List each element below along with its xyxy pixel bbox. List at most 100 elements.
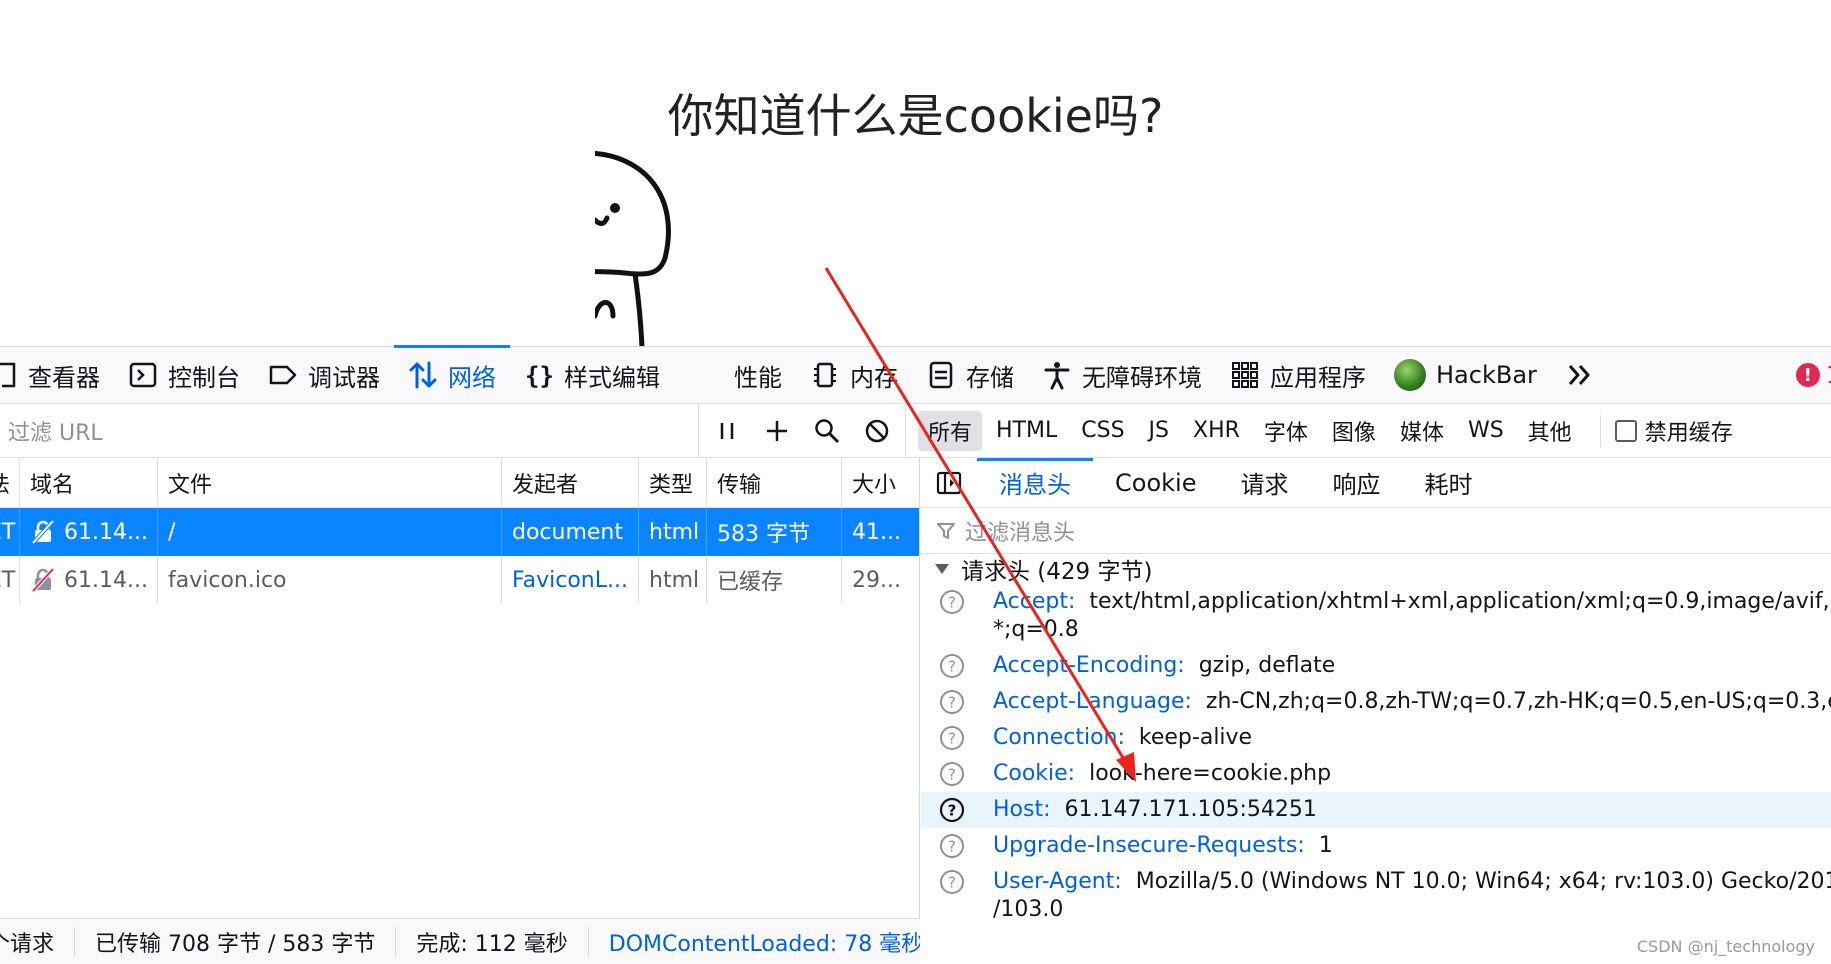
- block-icon[interactable]: [863, 417, 891, 445]
- filter-ws[interactable]: WS: [1458, 414, 1514, 447]
- column-size[interactable]: 大小: [842, 458, 908, 507]
- column-initiator[interactable]: 发起者: [502, 458, 639, 507]
- tab-response[interactable]: 响应: [1310, 458, 1402, 507]
- tab-timings[interactable]: 耗时: [1402, 458, 1494, 507]
- tab-memory[interactable]: 内存: [796, 346, 912, 404]
- more-tools-button[interactable]: [1551, 346, 1609, 404]
- domain-text: 61.14...: [64, 519, 148, 545]
- filter-headers-input[interactable]: 过滤消息头: [921, 508, 1831, 554]
- help-icon[interactable]: ?: [939, 589, 965, 615]
- tab-application[interactable]: 应用程序: [1216, 346, 1380, 404]
- tab-accessibility[interactable]: 无障碍环境: [1028, 346, 1216, 404]
- tab-label: 性能: [734, 363, 782, 392]
- table-row[interactable]: ET 61.14... favicon.ico FaviconL... html…: [0, 556, 919, 604]
- collapse-triangle-icon: [935, 564, 949, 574]
- request-list: 法 域名 文件 发起者 类型 传输 大小 ET 61.14... / docum…: [0, 458, 920, 964]
- tab-debugger[interactable]: 调试器: [254, 346, 394, 404]
- inspector-icon: [0, 360, 18, 390]
- filter-xhr[interactable]: XHR: [1183, 414, 1250, 447]
- svg-text:{}: {}: [525, 362, 554, 390]
- help-icon[interactable]: ?: [939, 797, 965, 823]
- method-cell: ET: [0, 508, 20, 556]
- search-icon[interactable]: [813, 417, 841, 445]
- initiator-cell: document: [502, 508, 639, 556]
- tab-label: 查看器: [28, 363, 100, 392]
- help-icon[interactable]: ?: [939, 869, 965, 895]
- debugger-icon: [268, 360, 298, 390]
- add-blocking-icon[interactable]: [763, 417, 791, 445]
- domain-cell: 61.14...: [20, 508, 158, 556]
- transferred-cell: 583 字节: [707, 508, 842, 556]
- toolbox-tabbar: 查看器 控制台 调试器 网络 {} 样式编辑 性能 内存 存储 无障碍环境 应用…: [0, 345, 1831, 404]
- filter-headers-placeholder: 过滤消息头: [965, 520, 1076, 546]
- insecure-lock-icon: [30, 567, 56, 593]
- header-value: gzip, deflate: [1198, 653, 1336, 678]
- column-type[interactable]: 类型: [639, 458, 707, 507]
- initiator-cell[interactable]: FaviconL...: [502, 556, 639, 604]
- domain-cell: 61.14...: [20, 556, 158, 604]
- svg-text:?: ?: [948, 874, 956, 892]
- file-cell: favicon.ico: [158, 556, 502, 604]
- header-row: ? Host: 61.147.171.105:54251: [921, 792, 1831, 828]
- header-value: look-here=cookie.php: [1089, 761, 1332, 786]
- filter-html[interactable]: HTML: [986, 414, 1067, 447]
- error-count-badge[interactable]: ! 1: [1795, 361, 1831, 389]
- filter-url-input[interactable]: 过滤 URL: [0, 415, 698, 447]
- toggle-panel-button[interactable]: [921, 458, 977, 507]
- disable-cache-label: 禁用缓存: [1644, 420, 1733, 446]
- network-toolbar: 过滤 URL 所有 HTML CSS JS XHR 字体 图像 媒体 WS 其他: [0, 403, 1831, 458]
- tab-label: 内存: [850, 363, 898, 392]
- column-transferred[interactable]: 传输: [707, 458, 842, 507]
- tab-console[interactable]: 控制台: [114, 346, 254, 404]
- svg-text:?: ?: [948, 658, 956, 676]
- pause-icon[interactable]: [713, 417, 741, 445]
- tab-inspector[interactable]: 查看器: [0, 346, 114, 404]
- filter-other[interactable]: 其他: [1518, 411, 1582, 451]
- help-icon[interactable]: ?: [939, 725, 965, 751]
- filter-css[interactable]: CSS: [1071, 414, 1134, 447]
- request-count: 个请求: [0, 926, 76, 957]
- disable-cache-checkbox[interactable]: [1614, 419, 1637, 442]
- help-icon[interactable]: ?: [939, 653, 965, 679]
- svg-text:?: ?: [948, 802, 957, 820]
- tab-label: 调试器: [308, 363, 380, 392]
- request-headers-section[interactable]: 请求头 (429 字节): [921, 554, 1831, 584]
- header-row: ? Connection: keep-alive: [921, 720, 1831, 756]
- tab-request[interactable]: 请求: [1218, 458, 1310, 507]
- column-domain[interactable]: 域名: [20, 458, 158, 507]
- filter-fonts[interactable]: 字体: [1254, 411, 1318, 451]
- transferred-cell: 已缓存: [707, 556, 842, 604]
- filter-js[interactable]: JS: [1139, 414, 1179, 447]
- column-method[interactable]: 法: [0, 458, 20, 507]
- filter-media[interactable]: 媒体: [1390, 411, 1454, 451]
- table-row[interactable]: ET 61.14... / document html 583 字节 41...: [0, 508, 919, 556]
- filter-all[interactable]: 所有: [918, 410, 983, 451]
- tab-style-editor[interactable]: {} 样式编辑: [510, 346, 674, 404]
- size-cell: 41...: [852, 519, 901, 545]
- header-value: Mozilla/5.0 (Windows NT 10.0; Win64; x64…: [1135, 869, 1831, 894]
- svg-text:?: ?: [948, 766, 956, 784]
- type-filter-group: 所有 HTML CSS JS XHR 字体 图像 媒体 WS 其他: [906, 410, 1582, 451]
- type-cell: html: [639, 556, 707, 604]
- page-title: 你知道什么是cookie吗?: [667, 89, 1164, 143]
- help-icon[interactable]: ?: [939, 689, 965, 715]
- tab-headers[interactable]: 消息头: [977, 458, 1093, 507]
- column-file[interactable]: 文件: [158, 458, 502, 507]
- tab-cookies[interactable]: Cookie: [1093, 458, 1218, 507]
- disable-cache-toggle[interactable]: 禁用缓存: [1599, 414, 1733, 447]
- filter-icon: [937, 522, 955, 539]
- help-icon[interactable]: ?: [939, 833, 965, 859]
- tab-storage[interactable]: 存储: [912, 346, 1028, 404]
- help-icon[interactable]: ?: [939, 761, 965, 787]
- header-name: Upgrade-Insecure-Requests:: [993, 833, 1305, 858]
- tab-network[interactable]: 网络: [394, 345, 510, 404]
- filter-images[interactable]: 图像: [1322, 411, 1386, 451]
- header-value: 1: [1318, 833, 1333, 858]
- header-value: text/html,application/xhtml+xml,applicat…: [1089, 589, 1831, 614]
- file-cell: /: [158, 508, 502, 556]
- tab-performance[interactable]: 性能: [674, 346, 796, 404]
- network-status-bar: 个请求 已传输 708 字节 / 583 字节 完成: 112 毫秒 DOMCo…: [0, 918, 920, 964]
- details-tabbar: 消息头 Cookie 请求 响应 耗时: [921, 458, 1831, 508]
- request-table-header: 法 域名 文件 发起者 类型 传输 大小: [0, 458, 919, 508]
- tab-hackbar[interactable]: HackBar: [1380, 346, 1551, 404]
